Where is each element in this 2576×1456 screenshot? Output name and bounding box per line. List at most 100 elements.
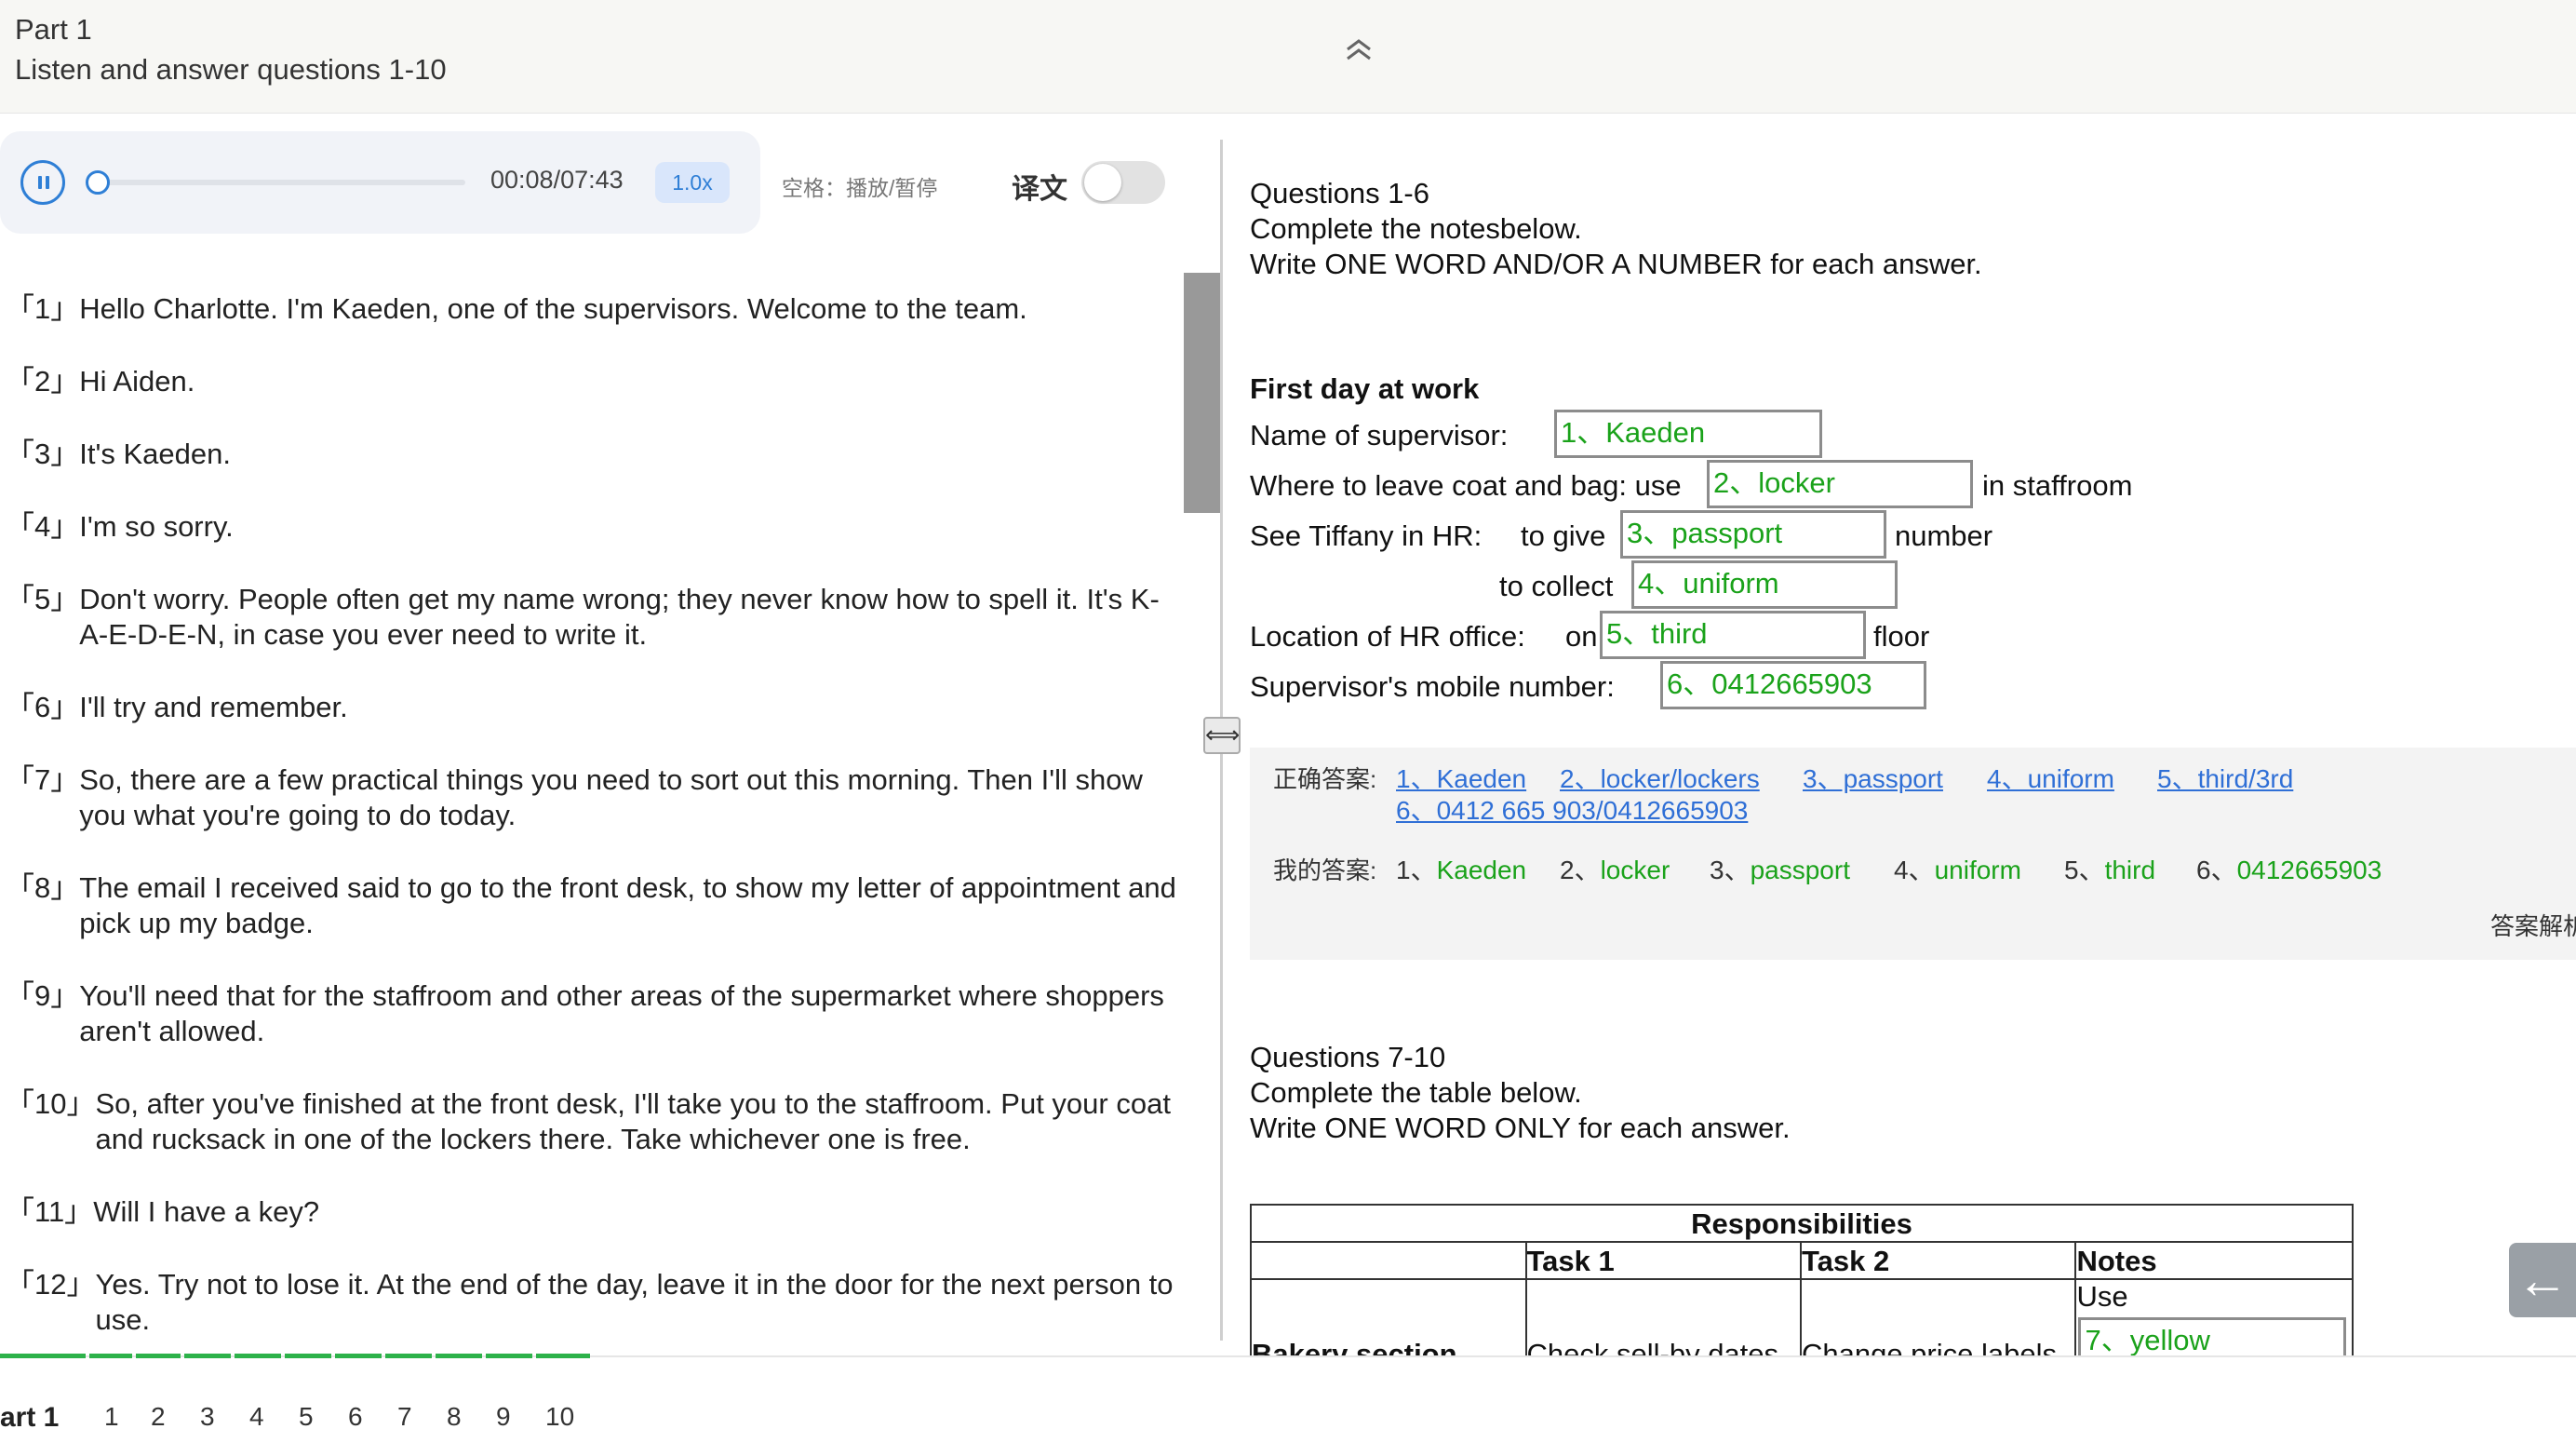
answer-input-4[interactable]: 4、uniform bbox=[1631, 560, 1898, 609]
questions-7-10-instruction-2: Write ONE WORD ONLY for each answer. bbox=[1250, 1112, 1791, 1144]
table-header-task1: Task 1 bbox=[1524, 1241, 1802, 1280]
notes-row-1: Name of supervisor: bbox=[1250, 419, 1509, 452]
answer-input-5[interactable]: 5、third bbox=[1600, 611, 1866, 659]
nav-question-5[interactable]: 5 bbox=[299, 1402, 314, 1432]
my-answer-3: 3、passport bbox=[1710, 856, 1850, 884]
progress-segment bbox=[436, 1354, 482, 1358]
progress-segment bbox=[486, 1354, 532, 1358]
notes-row-5: Location of HR office: bbox=[1250, 620, 1525, 653]
progress-segment bbox=[285, 1354, 331, 1358]
table-header-blank bbox=[1250, 1241, 1527, 1280]
speed-button[interactable]: 1.0x bbox=[655, 162, 730, 203]
my-answer-label: 我的答案: bbox=[1273, 856, 1377, 884]
table-cell-task2: Change price labels bbox=[1799, 1278, 2077, 1355]
transcript-line[interactable]: 「6」 I'll try and remember. bbox=[6, 690, 1180, 725]
transcript-line[interactable]: 「10」 So, after you've finished at the fro… bbox=[6, 1086, 1180, 1157]
notes-row-6: Supervisor's mobile number: bbox=[1250, 670, 1615, 703]
table-cell-notes: Use 7、yellow bbox=[2074, 1278, 2354, 1355]
questions-panel: Questions 1-6 Complete the notesbelow. W… bbox=[1250, 177, 2576, 1355]
nav-question-3[interactable]: 3 bbox=[200, 1402, 215, 1432]
progress-segment bbox=[136, 1354, 181, 1358]
transcript-line[interactable]: 「1」 Hello Charlotte. I'm Kaeden, one of t… bbox=[6, 291, 1180, 327]
audio-progress-thumb[interactable] bbox=[85, 170, 110, 195]
transcript-line[interactable]: 「11」 Will I have a key? bbox=[6, 1194, 1180, 1230]
answer-input-1[interactable]: 1、Kaeden bbox=[1554, 410, 1822, 458]
correct-answer-label: 正确答案: bbox=[1273, 765, 1377, 793]
question-nav-bar: art 1 1 2 3 4 5 6 7 8 9 10 bbox=[0, 1354, 2576, 1456]
responsibilities-table: Responsibilities Task 1 Task 2 Notes Bak… bbox=[1250, 1204, 2354, 1355]
transcript-line[interactable]: 「8」 The email I received said to go to th… bbox=[6, 870, 1180, 941]
progress-segment bbox=[385, 1354, 432, 1358]
my-answer-5: 5、third bbox=[2064, 856, 2156, 884]
progress-segment bbox=[0, 1354, 86, 1358]
table-header-notes: Notes bbox=[2074, 1241, 2354, 1280]
correct-answer-link-5[interactable]: 5、third/3rd bbox=[2157, 759, 2293, 796]
answer-input-7[interactable]: 7、yellow bbox=[2078, 1317, 2346, 1355]
notes-row-3-suffix: number bbox=[1895, 519, 1993, 552]
questions-1-6-title: Questions 1-6 bbox=[1250, 177, 1429, 209]
translation-toggle[interactable] bbox=[1081, 161, 1165, 204]
answer-input-6[interactable]: 6、0412665903 bbox=[1660, 661, 1926, 709]
nav-question-8[interactable]: 8 bbox=[447, 1402, 462, 1432]
pause-button[interactable] bbox=[20, 160, 65, 205]
progress-segment bbox=[536, 1354, 590, 1358]
transcript-line[interactable]: 「12」 Yes. Try not to lose it. At the end … bbox=[6, 1267, 1180, 1338]
my-answer-2: 2、locker bbox=[1560, 856, 1670, 884]
transcript-line[interactable]: 「5」 Don't worry. People often get my name… bbox=[6, 582, 1180, 653]
progress-segment bbox=[184, 1354, 231, 1358]
table-cell-task1: Check sell-by dates bbox=[1524, 1278, 1802, 1355]
notes-row-2: Where to leave coat and bag: use bbox=[1250, 469, 1682, 502]
arrow-left-icon[interactable]: ← bbox=[2509, 1243, 2576, 1317]
nav-question-6[interactable]: 6 bbox=[348, 1402, 363, 1432]
notes-row-3-sub: to give bbox=[1521, 519, 1606, 552]
correct-answer-link-4[interactable]: 4、uniform bbox=[1987, 759, 2114, 796]
audio-progress-track[interactable] bbox=[91, 180, 465, 185]
transcript-line[interactable]: 「9」 You'll need that for the staffroom an… bbox=[6, 978, 1180, 1049]
table-title: Responsibilities bbox=[1250, 1204, 2354, 1243]
nav-question-9[interactable]: 9 bbox=[496, 1402, 511, 1432]
answer-panel: 正确答案: 1、Kaeden 2、locker/lockers 3、passpo… bbox=[1250, 748, 2576, 960]
progress-segment bbox=[89, 1354, 132, 1358]
correct-answer-link-3[interactable]: 3、passport bbox=[1803, 759, 1943, 796]
transcript-panel: 00:08/07:43 1.0x 空格：播放/暂停 译文 「1」 Hello Ch… bbox=[0, 115, 1221, 1355]
transcript-line[interactable]: 「2」 Hi Aiden. bbox=[6, 364, 1180, 399]
questions-7-10-title: Questions 7-10 bbox=[1250, 1041, 1446, 1073]
toggle-knob bbox=[1084, 164, 1121, 201]
audio-time: 00:08/07:43 bbox=[490, 166, 624, 194]
pause-icon bbox=[38, 176, 42, 189]
notes-row-2-suffix: in staffroom bbox=[1982, 469, 2133, 502]
transcript-line[interactable]: 「4」 I'm so sorry. bbox=[6, 509, 1180, 545]
keyboard-hint: 空格：播放/暂停 bbox=[782, 176, 938, 200]
transcript-line[interactable]: 「3」 It's Kaeden. bbox=[6, 437, 1180, 472]
part-instruction: Listen and answer questions 1-10 bbox=[15, 53, 447, 86]
correct-answer-link-6[interactable]: 6、0412 665 903/0412665903 bbox=[1396, 790, 1748, 828]
translation-label: 译文 bbox=[1012, 174, 1067, 205]
notes-title: First day at work bbox=[1250, 372, 1480, 405]
double-chevron-up-icon[interactable] bbox=[1340, 34, 1377, 65]
notes-row-5-sub: on bbox=[1565, 620, 1598, 653]
table-cell-section: Bakery section bbox=[1250, 1278, 1527, 1355]
notes-row-3: See Tiffany in HR: bbox=[1250, 519, 1483, 552]
header-bar: Part 1 Listen and answer questions 1-10 bbox=[0, 0, 2576, 114]
nav-question-1[interactable]: 1 bbox=[104, 1402, 119, 1432]
transcript-scrollbar[interactable] bbox=[1184, 273, 1221, 513]
resize-handle-icon[interactable]: ⟺ bbox=[1203, 717, 1241, 754]
answer-explanation-link[interactable]: 答案解析 bbox=[2490, 908, 2576, 942]
questions-7-10-instruction: Complete the table below. bbox=[1250, 1076, 1582, 1109]
nav-question-10[interactable]: 10 bbox=[545, 1402, 574, 1432]
answer-input-2[interactable]: 2、locker bbox=[1707, 460, 1973, 508]
nav-question-2[interactable]: 2 bbox=[151, 1402, 166, 1432]
nav-question-7[interactable]: 7 bbox=[397, 1402, 412, 1432]
table-cell-notes-text: Use bbox=[2076, 1280, 2128, 1313]
answer-input-3[interactable]: 3、passport bbox=[1620, 510, 1886, 559]
part-title: Part 1 bbox=[15, 13, 92, 46]
my-answer-1: 1、Kaeden bbox=[1396, 856, 1527, 884]
nav-part-label[interactable]: art 1 bbox=[0, 1402, 59, 1434]
progress-segment bbox=[335, 1354, 382, 1358]
nav-question-4[interactable]: 4 bbox=[249, 1402, 264, 1432]
my-answer-4: 4、uniform bbox=[1894, 856, 2021, 884]
audio-player: 00:08/07:43 1.0x bbox=[0, 131, 760, 234]
transcript-line[interactable]: 「7」 So, there are a few practical things … bbox=[6, 762, 1180, 833]
notes-row-5-suffix: floor bbox=[1873, 620, 1930, 653]
progress-segment bbox=[235, 1354, 281, 1358]
